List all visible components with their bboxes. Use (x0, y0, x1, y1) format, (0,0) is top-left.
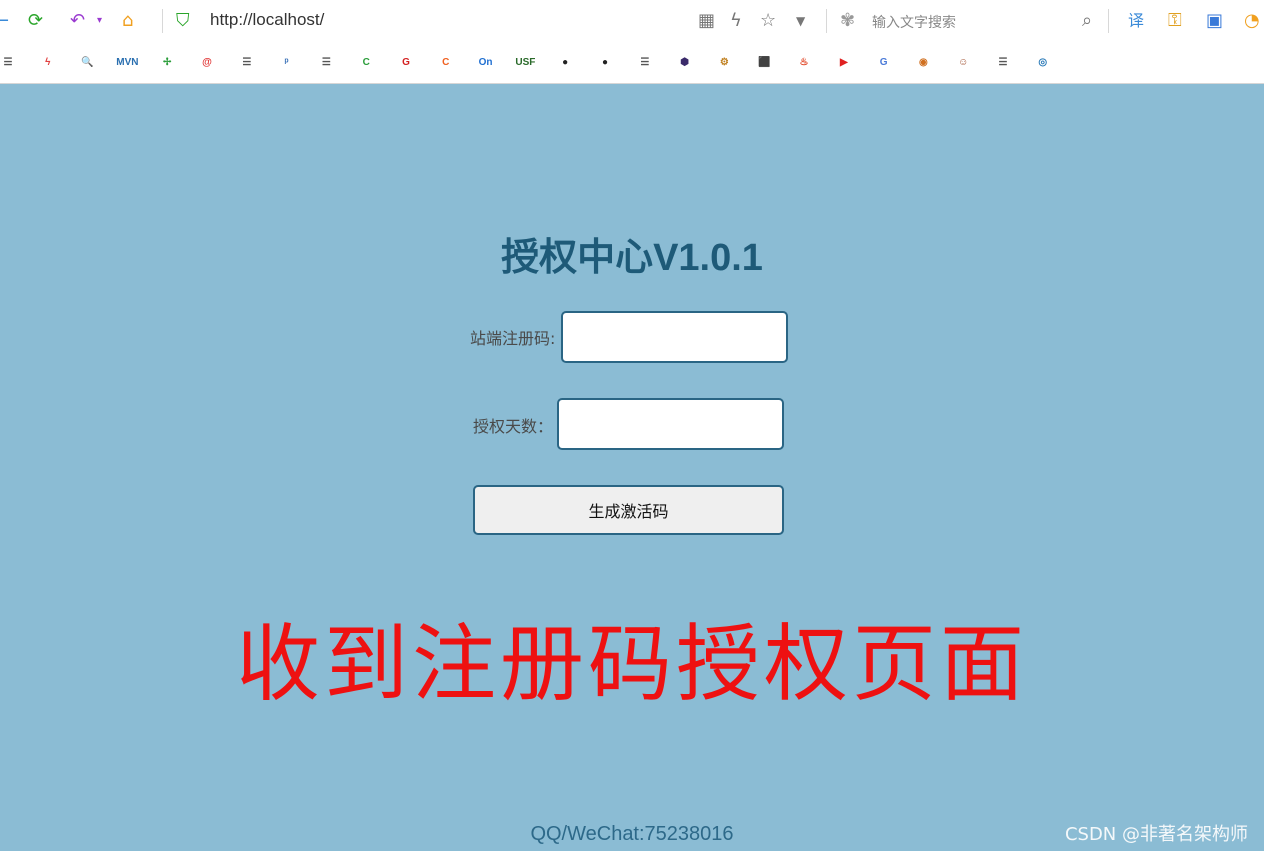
dropdown-icon[interactable]: ▼ (796, 8, 805, 34)
home-icon[interactable]: ⌂ (122, 8, 133, 34)
bookmark-avatar-icon[interactable]: ☺ (953, 53, 973, 73)
bookmark-ball-icon[interactable]: ◉ (913, 53, 933, 73)
toolbar-separator (162, 9, 163, 33)
back-arrow-icon[interactable]: ← (0, 8, 9, 34)
more-icon[interactable]: ◔ (1244, 8, 1260, 34)
star-icon[interactable]: ☆ (760, 8, 776, 34)
qr-code-icon[interactable]: ▦ (698, 8, 715, 34)
translate-icon[interactable]: 译 (1128, 8, 1144, 34)
bookmark-at-icon[interactable]: @ (197, 53, 217, 73)
lightning-icon[interactable]: ϟ (730, 8, 742, 34)
bookmark-github-icon[interactable]: ● (595, 53, 615, 73)
bookmark-usf-icon[interactable]: USF (515, 53, 535, 73)
page-title: 授权中心V1.0.1 (501, 237, 763, 279)
csdn-watermark: CSDN @非著名架构师 (1064, 824, 1248, 845)
bookmark-doc-icon[interactable]: ☰ (635, 53, 655, 73)
bookmark-c-orange-icon[interactable]: C (436, 53, 456, 73)
bookmark-gift-icon[interactable]: ⬛ (754, 53, 774, 73)
address-bar[interactable]: http://localhost/ (210, 10, 324, 30)
search-input[interactable]: 输入文字搜索 (872, 12, 956, 32)
search-icon[interactable]: ⌕ (1082, 8, 1092, 34)
authorization-days-label: 授权天数： (473, 417, 554, 436)
bookmark-github-icon[interactable]: ● (555, 53, 575, 73)
bookmark-mvn-icon[interactable]: MVN (116, 53, 138, 73)
undo-dropdown-icon[interactable]: ▾ (97, 8, 102, 34)
key-icon[interactable]: ⚿ (1168, 8, 1182, 34)
authorization-days-input[interactable] (557, 398, 784, 450)
bookmark-translate-icon[interactable]: G (874, 53, 894, 73)
bookmark-g-red-icon[interactable]: G (396, 53, 416, 73)
page-banner-caption: 收到注册码授权页面 (235, 615, 1028, 713)
browser-toolbar: ← ⟳ ↶ ▾ ⌂ ⛉ http://localhost/ ▦ ϟ ☆ ▼ ✾ … (0, 0, 1264, 42)
bookmark-search-icon[interactable]: 🔍 (78, 53, 98, 73)
baidu-paw-icon: ✾ (840, 10, 856, 31)
bookmark-bolt-icon[interactable]: ϟ (38, 53, 58, 73)
screenshot-icon[interactable]: ▣ (1206, 8, 1223, 34)
bookmark-python-icon[interactable]: ᵖ (277, 53, 297, 73)
registration-code-input[interactable] (561, 311, 788, 363)
toolbar-separator (1108, 9, 1109, 33)
bookmark-doc-icon[interactable]: ☰ (237, 53, 257, 73)
undo-icon[interactable]: ↶ (70, 8, 85, 34)
bookmark-doc-icon[interactable]: ☰ (993, 53, 1013, 73)
bookmark-flame-icon[interactable]: ♨ (794, 53, 814, 73)
security-shield-icon[interactable]: ⛉ (176, 8, 190, 34)
bookmark-doc-icon[interactable]: ☰ (0, 53, 18, 73)
generate-activation-code-button[interactable]: 生成激活码 (473, 485, 784, 535)
bookmark-c-green-icon[interactable]: C (356, 53, 376, 73)
registration-code-label: 站端注册码: (470, 329, 556, 348)
bookmark-doc-icon[interactable]: ☰ (316, 53, 336, 73)
toolbar-separator (826, 9, 827, 33)
bookmark-play-icon[interactable]: ▶ (834, 53, 854, 73)
bookmark-eye-icon[interactable]: ◎ (1033, 53, 1053, 73)
bookmarks-bar: ☰ ϟ 🔍 MVN ✢ @ ☰ ᵖ ☰ C G C On USF ● ● ☰ ⬢ ⚙ ⬛ ♨ ▶ G ◉ ☺ ☰ ◎ (0, 42, 1264, 84)
bookmark-pinwheel-icon[interactable]: ✢ (157, 53, 177, 73)
bookmark-hex-icon[interactable]: ⬢ (675, 53, 695, 73)
bookmark-on-icon[interactable]: On (476, 53, 496, 73)
bookmark-gear-icon[interactable]: ⚙ (714, 53, 734, 73)
reload-icon[interactable]: ⟳ (28, 8, 43, 34)
